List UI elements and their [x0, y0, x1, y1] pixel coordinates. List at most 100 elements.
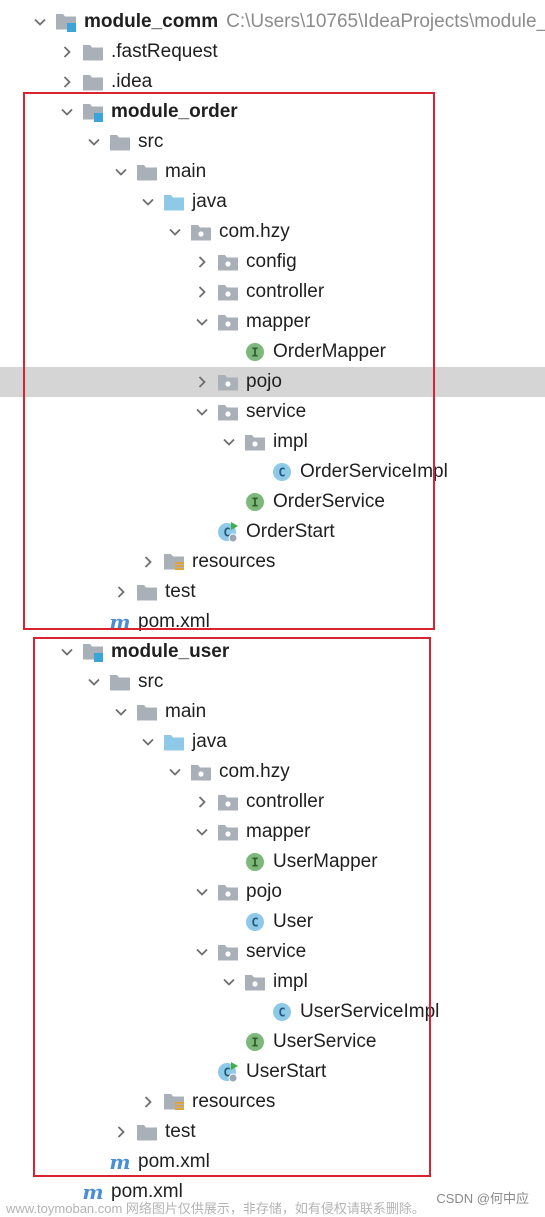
chevron-down-icon[interactable] [82, 127, 106, 157]
chevron-down-icon[interactable] [28, 7, 52, 37]
tree-node-impl[interactable]: impl [0, 427, 545, 457]
tree-node-userservice[interactable]: I UserService [0, 1027, 545, 1057]
tree-node-label: pojo [246, 371, 282, 392]
watermark-author-text: CSDN @何中应 [436, 1191, 529, 1206]
svg-text:I: I [251, 346, 258, 360]
chevron-right-icon[interactable] [109, 1117, 133, 1147]
chevron-right-icon[interactable] [190, 367, 214, 397]
tree-node-controller[interactable]: controller [0, 277, 545, 307]
tree-node-pojo[interactable]: pojo [0, 367, 545, 397]
chevron-right-icon[interactable] [55, 37, 79, 67]
tree-node-impl[interactable]: impl [0, 967, 545, 997]
tree-node-user[interactable]: C User [0, 907, 545, 937]
tree-node-resources[interactable]: resources [0, 547, 545, 577]
tree-node-main[interactable]: main [0, 157, 545, 187]
tree-node-test[interactable]: test [0, 577, 545, 607]
tree-node-service[interactable]: service [0, 397, 545, 427]
tree-node-test[interactable]: test [0, 1117, 545, 1147]
tree-node-label: com.hzy [219, 761, 290, 782]
svg-text:I: I [251, 1036, 258, 1050]
tree-node-label: controller [246, 791, 325, 812]
tree-node-label: impl [273, 971, 308, 992]
tree-node-label: UserServiceImpl [300, 1001, 440, 1022]
tree-node-label: mapper [246, 821, 311, 842]
tree-node-orderstart[interactable]: C OrderStart [0, 517, 545, 547]
tree-node-controller[interactable]: controller [0, 787, 545, 817]
chevron-down-icon[interactable] [109, 157, 133, 187]
tree-node-config[interactable]: config [0, 247, 545, 277]
tree-node-label: module_user [111, 641, 230, 662]
chevron-down-icon[interactable] [163, 217, 187, 247]
chevron-right-icon[interactable] [136, 1087, 160, 1117]
tree-node-fastrequest[interactable]: .fastRequest [0, 37, 545, 67]
chevron-down-icon[interactable] [136, 727, 160, 757]
chevron-down-icon[interactable] [82, 667, 106, 697]
tree-node-pom-xml[interactable]: m pom.xml [0, 607, 545, 637]
maven-icon: m [108, 610, 132, 634]
tree-node-ordermapper[interactable]: I OrderMapper [0, 337, 545, 367]
tree-node-resources[interactable]: resources [0, 1087, 545, 1117]
chevron-down-icon[interactable] [190, 307, 214, 337]
chevron-down-icon[interactable] [190, 937, 214, 967]
folder-icon [108, 670, 132, 694]
chevron-right-icon[interactable] [190, 787, 214, 817]
tree-node-label: pojo [246, 881, 282, 902]
chevron-right-icon[interactable] [136, 547, 160, 577]
chevron-down-icon[interactable] [136, 187, 160, 217]
chevron-down-icon[interactable] [163, 757, 187, 787]
tree-node-label: java [192, 191, 227, 212]
chevron-down-icon[interactable] [55, 637, 79, 667]
tree-node-mapper[interactable]: mapper [0, 307, 545, 337]
chevron-down-icon[interactable] [190, 877, 214, 907]
chevron-right-icon[interactable] [109, 577, 133, 607]
tree-node-usermapper[interactable]: I UserMapper [0, 847, 545, 877]
tree-node-module-comm[interactable]: module_comm C:\Users\10765\IdeaProjects\m… [0, 7, 545, 37]
chevron-down-icon[interactable] [109, 697, 133, 727]
svg-text:I: I [251, 496, 258, 510]
tree-node-src[interactable]: src [0, 127, 545, 157]
tree-node-userserviceimpl[interactable]: C UserServiceImpl [0, 997, 545, 1027]
tree-node-label: service [246, 401, 307, 422]
module-folder-icon [81, 640, 105, 664]
tree-node-module-user[interactable]: module_user [0, 637, 545, 667]
svg-text:C: C [278, 1006, 285, 1020]
tree-node-label: mapper [246, 311, 311, 332]
tree-node-label: OrderService [273, 491, 385, 512]
tree-node-src[interactable]: src [0, 667, 545, 697]
chevron-down-icon[interactable] [190, 397, 214, 427]
tree-node-com-hzy[interactable]: com.hzy [0, 757, 545, 787]
chevron-right-icon[interactable] [190, 247, 214, 277]
source-folder-icon [162, 190, 186, 214]
chevron-right-icon[interactable] [190, 277, 214, 307]
tree-node-orderserviceimpl[interactable]: C OrderServiceImpl [0, 457, 545, 487]
watermark: www.toymoban.com 网络图片仅供展示，非存储，如有侵权请联系删除。… [0, 1191, 545, 1216]
chevron-down-icon[interactable] [217, 967, 241, 997]
spring-boot-class-icon: C [216, 520, 240, 544]
tree-node-userstart[interactable]: C UserStart [0, 1057, 545, 1087]
svg-text:m: m [109, 612, 130, 632]
package-icon [216, 400, 240, 424]
project-path: C:\Users\10765\IdeaProjects\module_co [226, 11, 545, 32]
chevron-right-icon[interactable] [55, 67, 79, 97]
tree-node-main[interactable]: main [0, 697, 545, 727]
source-folder-icon [162, 730, 186, 754]
chevron-down-icon[interactable] [217, 427, 241, 457]
tree-node-orderservice[interactable]: I OrderService [0, 487, 545, 517]
module-folder-icon [81, 100, 105, 124]
chevron-down-icon[interactable] [55, 97, 79, 127]
tree-node-module-order[interactable]: module_order [0, 97, 545, 127]
tree-node-java[interactable]: java [0, 187, 545, 217]
tree-node-label: .fastRequest [111, 41, 218, 62]
tree-node-mapper[interactable]: mapper [0, 817, 545, 847]
tree-node-label: UserStart [246, 1061, 327, 1082]
tree-node-java[interactable]: java [0, 727, 545, 757]
svg-text:C: C [278, 466, 285, 480]
tree-node-com-hzy[interactable]: com.hzy [0, 217, 545, 247]
tree-node-idea[interactable]: .idea [0, 67, 545, 97]
chevron-down-icon[interactable] [190, 817, 214, 847]
tree-node-service[interactable]: service [0, 937, 545, 967]
tree-node-pojo[interactable]: pojo [0, 877, 545, 907]
tree-node-pom-xml[interactable]: m pom.xml [0, 1147, 545, 1177]
folder-icon [81, 70, 105, 94]
svg-text:m: m [109, 1152, 130, 1172]
